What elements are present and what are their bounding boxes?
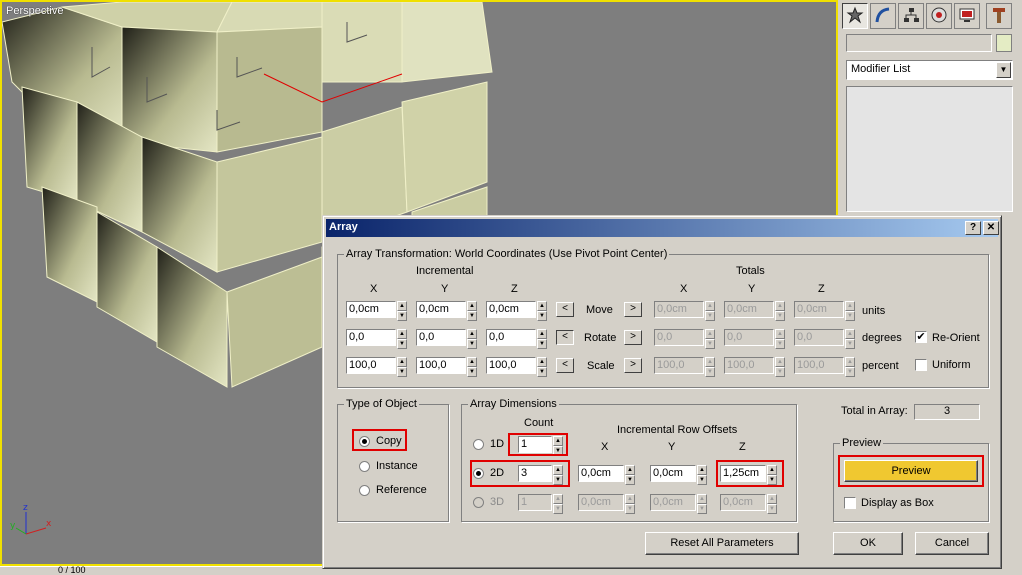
offset-axis-z: Z — [739, 441, 746, 453]
motion-icon — [930, 6, 948, 27]
dialog-title: Array — [329, 221, 358, 233]
axis-tripod-icon: z x y — [8, 502, 58, 545]
modifier-list-dropdown[interactable]: Modifier List ▼ — [846, 60, 1013, 80]
array-dimensions-group: Array Dimensions Count Incremental Row O… — [461, 398, 797, 522]
viewport-label[interactable]: Perspective — [6, 5, 63, 17]
move-unit: units — [862, 305, 886, 317]
modify-icon — [874, 6, 892, 27]
utilities-icon — [990, 6, 1008, 27]
ok-button[interactable]: OK — [833, 532, 903, 555]
2d-row-highlight — [470, 460, 570, 487]
object-color-swatch[interactable] — [996, 34, 1012, 52]
totals-label: Totals — [736, 265, 765, 277]
reference-radio[interactable] — [359, 485, 370, 496]
row-offsets-label: Incremental Row Offsets — [617, 424, 738, 436]
transformation-legend: Array Transformation: World Coordinates … — [344, 248, 670, 260]
display-tab[interactable] — [954, 3, 980, 29]
incremental-label: Incremental — [416, 265, 474, 277]
inc-axis-y: Y — [441, 283, 449, 295]
preview-legend: Preview — [840, 437, 884, 449]
uniform-checkbox[interactable] — [915, 359, 927, 371]
move-label: Move — [586, 304, 613, 316]
reset-all-parameters-button[interactable]: Reset All Parameters — [645, 532, 799, 555]
hierarchy-icon — [902, 6, 920, 27]
uniform-label: Uniform — [932, 359, 971, 371]
instance-label: Instance — [376, 460, 418, 472]
tot-axis-y: Y — [748, 283, 756, 295]
chevron-down-icon[interactable]: ▼ — [996, 62, 1011, 78]
move-right-arrow-button[interactable]: > — [624, 302, 642, 317]
copy-highlight — [352, 429, 407, 451]
type-of-object-group: Type of Object Copy Instance Reference — [337, 398, 449, 522]
inc-axis-x: X — [370, 283, 378, 295]
offset-axis-y: Y — [668, 441, 676, 453]
display-icon — [958, 6, 976, 27]
array-transformation-group: Array Transformation: World Coordinates … — [337, 248, 989, 388]
help-button[interactable]: ? — [965, 221, 981, 235]
rotate-label: Rotate — [584, 332, 617, 344]
preview-highlight — [838, 455, 984, 487]
modifier-list-label: Modifier List — [851, 63, 911, 75]
tot-axis-z: Z — [818, 283, 825, 295]
scale-unit: percent — [862, 360, 899, 372]
hierarchy-tab[interactable] — [898, 3, 924, 29]
dialog-titlebar[interactable]: Array ? ✕ — [326, 219, 999, 237]
scale-label: Scale — [587, 360, 615, 372]
frame-counter: 0 / 100 — [58, 565, 86, 575]
axis-z-label: z — [23, 503, 28, 513]
modifier-stack[interactable] — [846, 86, 1013, 212]
display-as-box-label: Display as Box — [861, 497, 934, 509]
utilities-tab[interactable] — [986, 3, 1012, 29]
modify-tab[interactable] — [870, 3, 896, 29]
close-button[interactable]: ✕ — [983, 221, 999, 235]
rotate-right-arrow-button[interactable]: > — [624, 330, 642, 345]
tot-axis-x: X — [680, 283, 688, 295]
z-offset-highlight — [716, 460, 784, 487]
create-tab[interactable] — [842, 3, 868, 29]
move-left-arrow-button[interactable]: < — [556, 302, 574, 317]
object-name-field[interactable] — [846, 34, 992, 52]
axis-y-label: y — [10, 521, 16, 531]
cancel-button[interactable]: Cancel — [915, 532, 989, 555]
array-dimensions-legend: Array Dimensions — [468, 398, 559, 410]
rotate-unit: degrees — [862, 332, 902, 344]
total-in-array-value: 3 — [914, 404, 980, 420]
1d-radio[interactable] — [473, 439, 484, 450]
array-dialog: Array ? ✕ Array Transformation: World Co… — [322, 215, 1002, 569]
reorient-checkbox[interactable]: ✔ — [915, 331, 927, 343]
create-icon — [846, 6, 864, 27]
offset-axis-x: X — [601, 441, 609, 453]
instance-radio[interactable] — [359, 461, 370, 472]
scale-left-arrow-button[interactable]: < — [556, 358, 574, 373]
3d-label: 3D — [490, 496, 505, 508]
count-1d-highlight — [508, 433, 568, 456]
axis-x-label: x — [46, 519, 52, 529]
3d-radio[interactable] — [473, 497, 484, 508]
inc-axis-z: Z — [511, 283, 518, 295]
motion-tab[interactable] — [926, 3, 952, 29]
type-of-object-legend: Type of Object — [344, 398, 419, 410]
rotate-left-arrow-button[interactable]: < — [556, 330, 574, 345]
count-label: Count — [524, 417, 554, 429]
reorient-label: Re-Orient — [932, 332, 980, 344]
scale-right-arrow-button[interactable]: > — [624, 358, 642, 373]
preview-group: Preview Preview Display as Box — [833, 437, 989, 522]
display-as-box-checkbox[interactable] — [844, 497, 856, 509]
1d-label: 1D — [490, 438, 505, 450]
total-in-array-label: Total in Array: — [841, 405, 908, 417]
reference-label: Reference — [376, 484, 427, 496]
